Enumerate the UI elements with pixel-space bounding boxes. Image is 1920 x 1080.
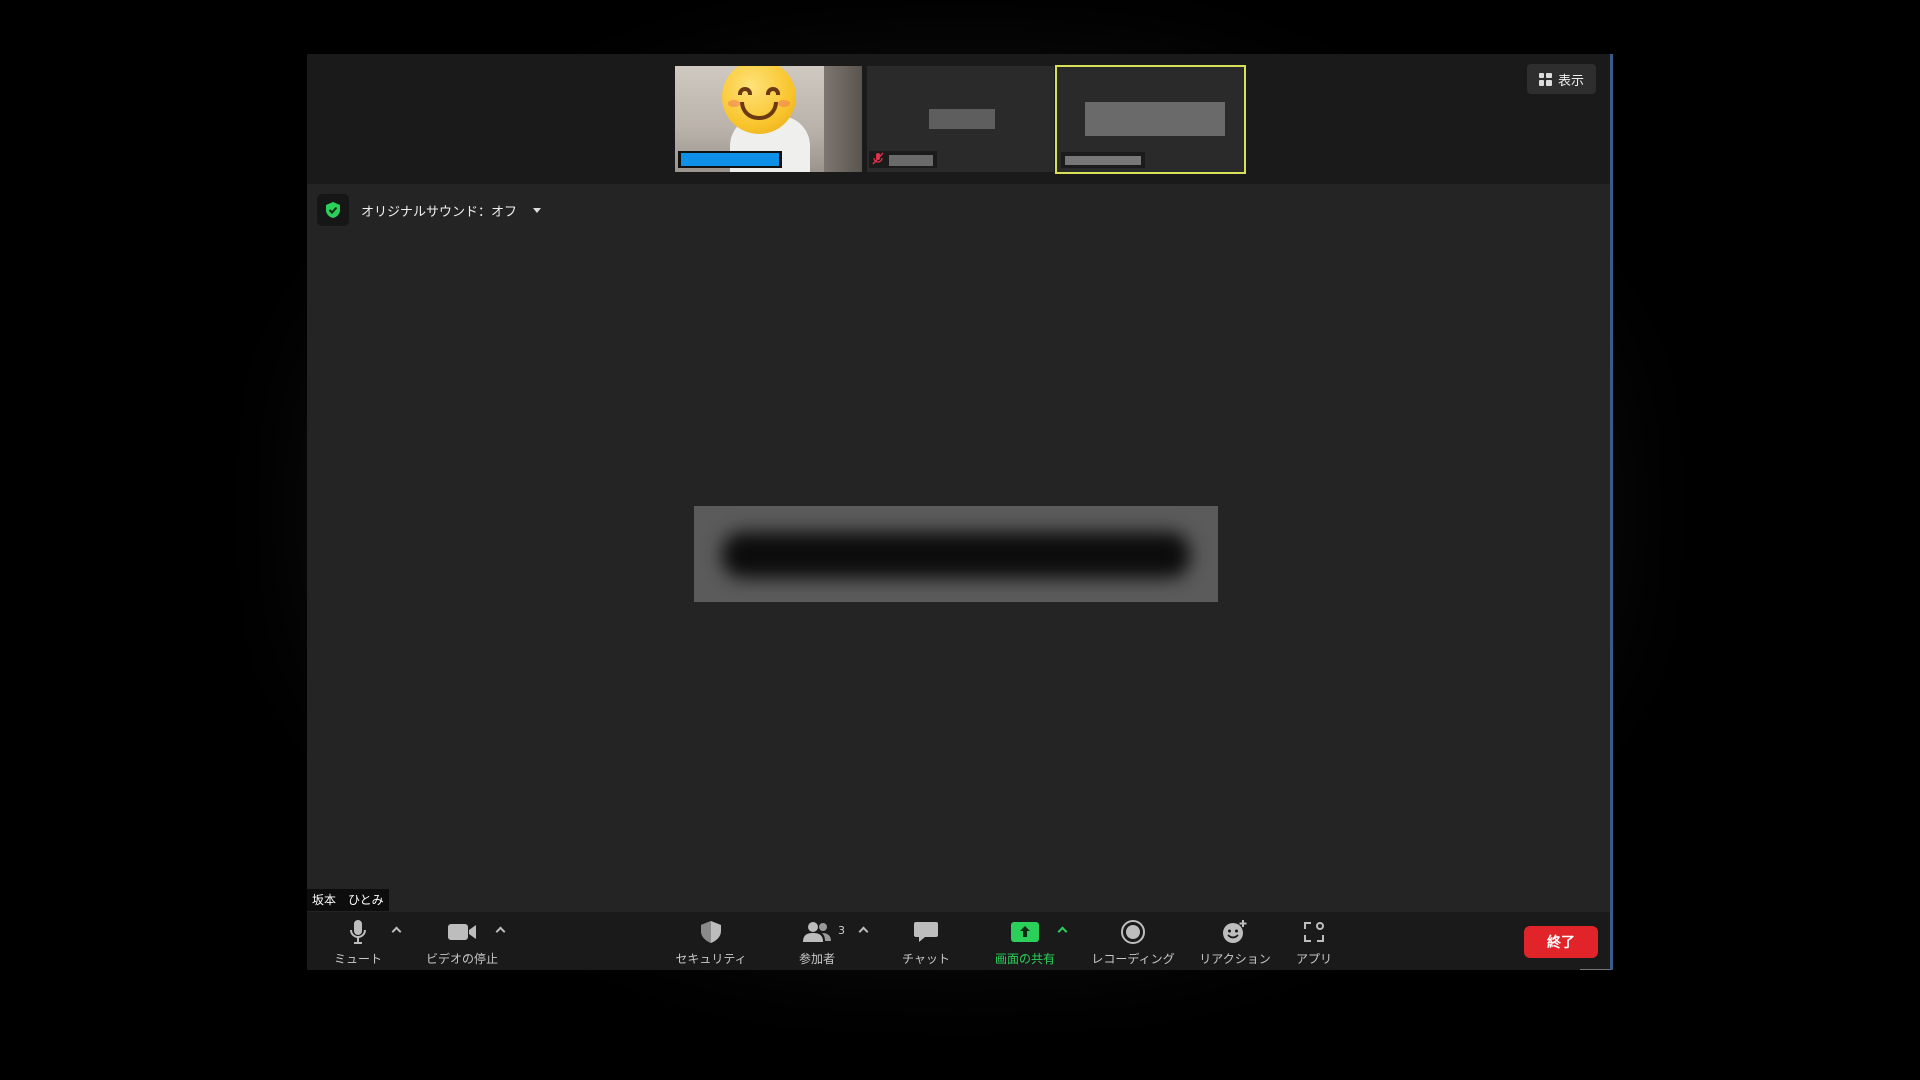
emoji-cheek [778, 100, 790, 107]
emoji-mouth [740, 102, 778, 120]
original-sound-label[interactable]: オリジナルサウンド：オフ [361, 201, 517, 220]
security-shield-icon [700, 916, 722, 948]
participant-name-redacted [869, 151, 937, 168]
zoom-meeting-window: 表示 オリジナルサウンド：オフ 坂本 ひとみ ミュート ビデオの停止 セキュリテ… [307, 54, 1613, 970]
participant-tile-active-speaker[interactable] [1055, 65, 1246, 174]
view-button[interactable]: 表示 [1526, 64, 1596, 94]
mic-muted-icon [872, 152, 884, 168]
participant-name-redacted [678, 151, 782, 168]
recording-button[interactable]: レコーディング [1087, 916, 1179, 967]
record-icon [1120, 916, 1146, 948]
meeting-toolbar: ミュート ビデオの停止 セキュリティ 参加者 3 チャット 画面の共有 レコーデ… [307, 912, 1610, 970]
recording-label: レコーディング [1091, 952, 1175, 966]
share-screen-icon [1010, 916, 1040, 948]
reaction-button[interactable]: リアクション [1195, 916, 1275, 967]
stop-video-button[interactable]: ビデオの停止 [421, 916, 503, 967]
participant-strip: 表示 [307, 54, 1610, 184]
security-label: セキュリティ [675, 952, 747, 966]
encryption-shield-icon[interactable] [317, 194, 349, 226]
chat-button[interactable]: チャット [899, 916, 953, 967]
apps-label: アプリ [1295, 952, 1332, 966]
redacted-name-bar [889, 155, 933, 166]
original-sound-control[interactable]: オリジナルサウンド：オフ [317, 194, 542, 226]
divider-line [1580, 969, 1610, 970]
redacted-blur [722, 532, 1190, 578]
background-wall [824, 66, 862, 172]
stop-video-label: ビデオの停止 [425, 952, 498, 966]
security-button[interactable]: セキュリティ [669, 916, 753, 967]
video-camera-icon [447, 916, 477, 948]
chat-bubble-icon [913, 916, 939, 948]
share-options-chevron-icon[interactable] [1057, 926, 1068, 937]
share-screen-button[interactable]: 画面の共有 [991, 916, 1059, 967]
emoji-cheek [728, 100, 740, 107]
microphone-icon [348, 916, 368, 948]
reaction-label: リアクション [1199, 952, 1271, 966]
emoji-eye [738, 87, 752, 95]
speaker-name-tag: 坂本 ひとみ [307, 889, 389, 911]
mute-label: ミュート [333, 952, 382, 966]
participant-tile-2[interactable] [867, 66, 1054, 172]
participants-icon [802, 916, 832, 948]
redacted-name-bar [1065, 156, 1141, 165]
chat-label: チャット [902, 952, 950, 966]
emoji-eye [766, 87, 780, 95]
mute-button[interactable]: ミュート [331, 916, 385, 967]
participants-button[interactable]: 参加者 [795, 916, 839, 967]
mute-options-chevron-icon[interactable] [391, 926, 402, 937]
participant-name-redacted [1061, 152, 1145, 168]
active-speaker-name-redacted [694, 506, 1218, 602]
redacted-name-block [1085, 102, 1225, 136]
apps-button[interactable]: アプリ [1291, 916, 1337, 967]
end-meeting-button[interactable]: 終了 [1524, 926, 1598, 958]
participants-count-badge: 3 [838, 924, 845, 937]
reaction-emoji-icon [1221, 916, 1249, 948]
grid-view-icon [1538, 72, 1552, 86]
participants-label: 参加者 [798, 952, 835, 966]
view-button-label: 表示 [1557, 73, 1584, 89]
apps-icon [1302, 916, 1326, 948]
redacted-name-block [929, 109, 995, 129]
caret-down-icon[interactable] [533, 207, 542, 213]
name-highlight [681, 153, 779, 166]
participants-options-chevron-icon[interactable] [858, 926, 869, 937]
participant-tile-self[interactable] [675, 66, 862, 172]
share-screen-label: 画面の共有 [994, 952, 1055, 966]
